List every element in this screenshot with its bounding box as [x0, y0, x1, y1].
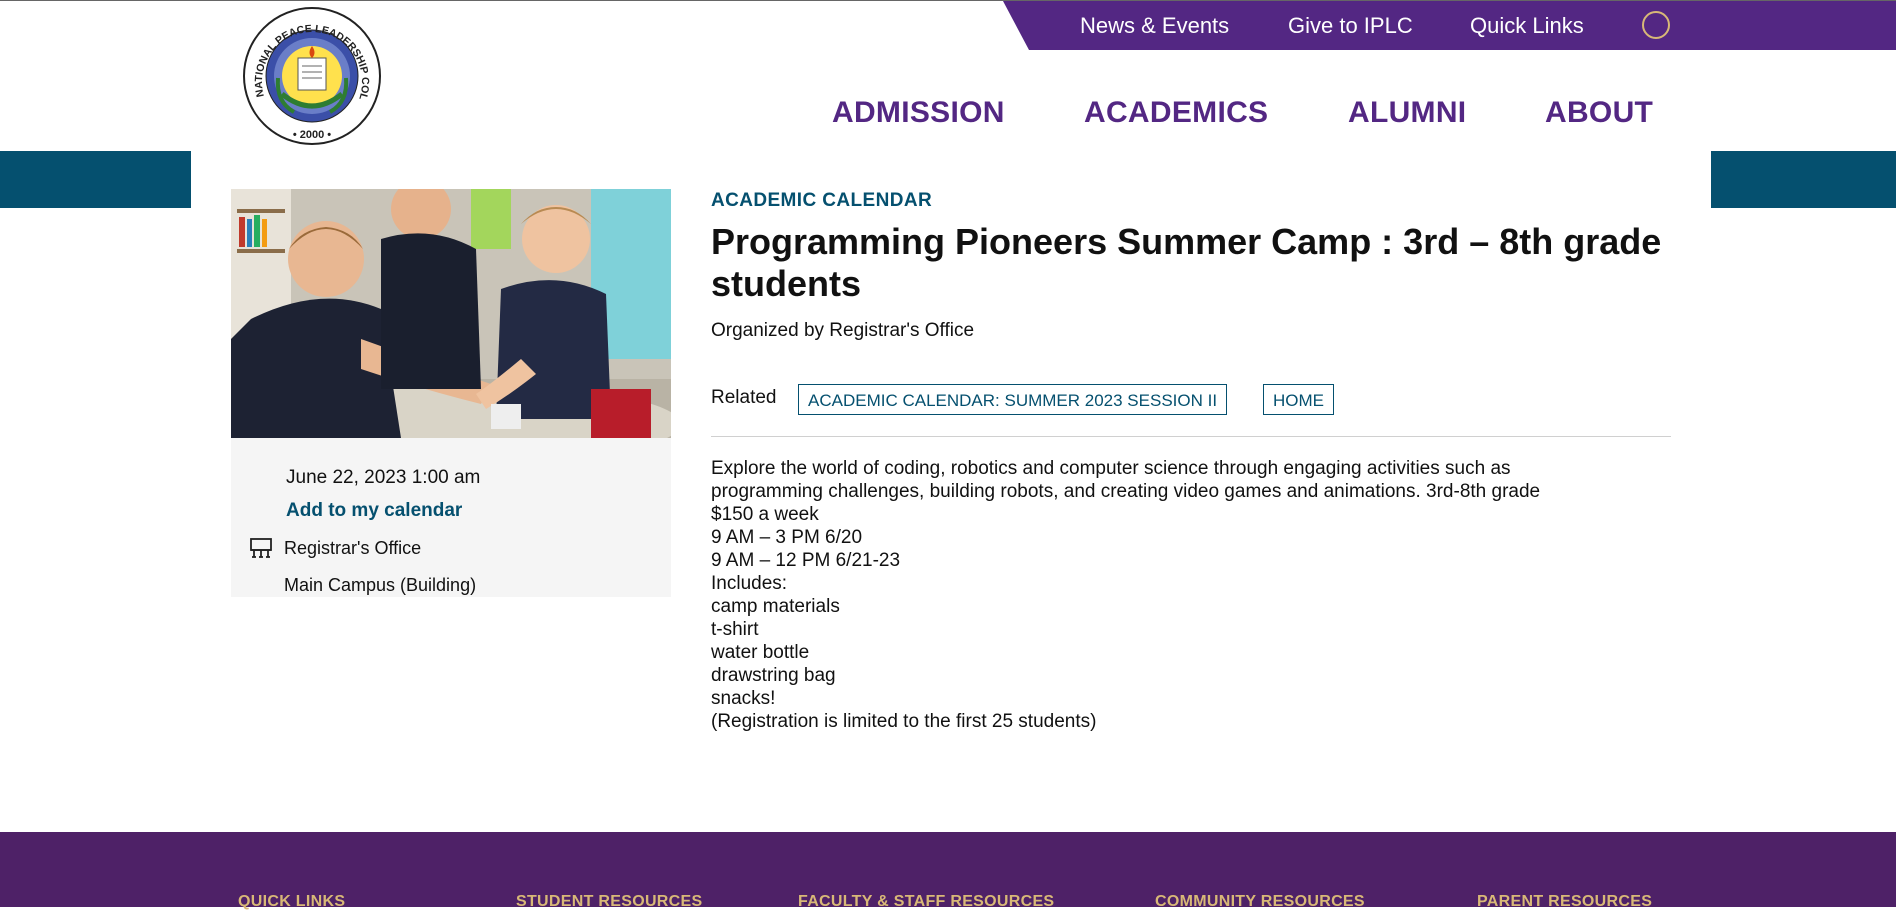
description-line: 9 AM – 3 PM 6/20	[711, 527, 863, 548]
search-icon[interactable]	[1642, 11, 1670, 39]
description-line: Includes:	[711, 573, 788, 594]
description-line: camp materials	[711, 596, 840, 617]
event-photo	[231, 189, 671, 438]
footer-heading-community-resources[interactable]: COMMUNITY RESOURCES	[1155, 893, 1365, 911]
quick-links-link[interactable]: Quick Links	[1470, 13, 1584, 39]
description-line: programming challenges, building robots,…	[711, 481, 1541, 502]
related-tag-summer-session[interactable]: ACADEMIC CALENDAR: SUMMER 2023 SESSION I…	[798, 384, 1228, 415]
event-description: Explore the world of coding, robotics an…	[711, 457, 1671, 733]
description-line: snacks!	[711, 688, 776, 709]
related-tag-home[interactable]: HOME	[1263, 384, 1334, 415]
nav-alumni[interactable]: ALUMNI	[1348, 96, 1466, 130]
nav-admission[interactable]: ADMISSION	[832, 96, 1005, 130]
nav-academics[interactable]: ACADEMICS	[1084, 96, 1268, 130]
svg-text:• 2000 •: • 2000 •	[293, 129, 331, 141]
college-logo[interactable]: INTERNATIONAL PEACE LEADERSHIP COLLEGE •…	[242, 6, 382, 146]
page-title: Programming Pioneers Summer Camp : 3rd –…	[711, 221, 1662, 304]
building-icon	[250, 538, 272, 558]
nav-about[interactable]: ABOUT	[1545, 96, 1653, 130]
related-label: Related	[711, 387, 777, 408]
top-border	[0, 0, 1896, 1]
event-organizer: Registrar's Office	[284, 538, 422, 558]
event-category: ACADEMIC CALENDAR	[711, 190, 933, 211]
description-line: drawstring bag	[711, 665, 836, 686]
footer-heading-student-resources[interactable]: STUDENT RESOURCES	[516, 893, 702, 911]
add-to-calendar-link[interactable]: Add to my calendar	[286, 500, 462, 522]
description-line: Explore the world of coding, robotics an…	[711, 458, 1511, 479]
description-line: t-shirt	[711, 619, 759, 640]
footer-heading-faculty-staff-resources[interactable]: FACULTY & STAFF RESOURCES	[798, 893, 1054, 911]
description-line: 9 AM – 12 PM 6/21-23	[711, 550, 901, 571]
footer-heading-parent-resources[interactable]: PARENT RESOURCES	[1477, 893, 1652, 911]
teal-band-right	[1711, 151, 1896, 208]
content-divider	[711, 436, 1671, 437]
organized-by: Organized by Registrar's Office	[711, 320, 975, 341]
give-link[interactable]: Give to IPLC	[1288, 13, 1413, 39]
footer-heading-quick-links[interactable]: QUICK LINKS	[238, 893, 345, 911]
event-date: June 22, 2023 1:00 am	[286, 467, 481, 488]
description-line: $150 a week	[711, 504, 819, 525]
description-line: water bottle	[711, 642, 810, 663]
event-location: Main Campus (Building)	[284, 575, 477, 595]
description-line: (Registration is limited to the first 25…	[711, 711, 1097, 732]
teal-band-left	[0, 151, 191, 208]
news-events-link[interactable]: News & Events	[1080, 13, 1229, 39]
